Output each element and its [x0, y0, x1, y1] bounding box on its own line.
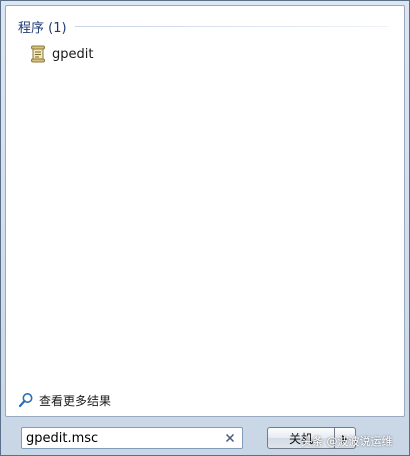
watermark-text: 头条 @波波说运维: [301, 435, 393, 448]
see-more-results-label: 查看更多结果: [39, 393, 112, 408]
section-divider: [74, 25, 388, 27]
result-item-gpedit[interactable]: gpedit: [28, 42, 99, 66]
see-more-results-link[interactable]: 查看更多结果: [18, 390, 111, 410]
programs-section-title: 程序 (1): [18, 20, 67, 36]
start-search-box[interactable]: [21, 427, 243, 449]
search-input[interactable]: [22, 429, 221, 447]
search-results-pane: 程序 (1) gpedit 查看更多结果: [5, 5, 405, 417]
search-magnifier-icon: [18, 392, 34, 408]
start-menu: 程序 (1) gpedit 查看更多结果 gpedit.msc 关机 头条 @波…: [0, 0, 410, 456]
clear-icon[interactable]: [221, 429, 239, 447]
result-item-label: gpedit: [52, 46, 94, 62]
programs-section-header: 程序 (1): [18, 16, 388, 36]
policy-scroll-icon: [30, 45, 46, 63]
